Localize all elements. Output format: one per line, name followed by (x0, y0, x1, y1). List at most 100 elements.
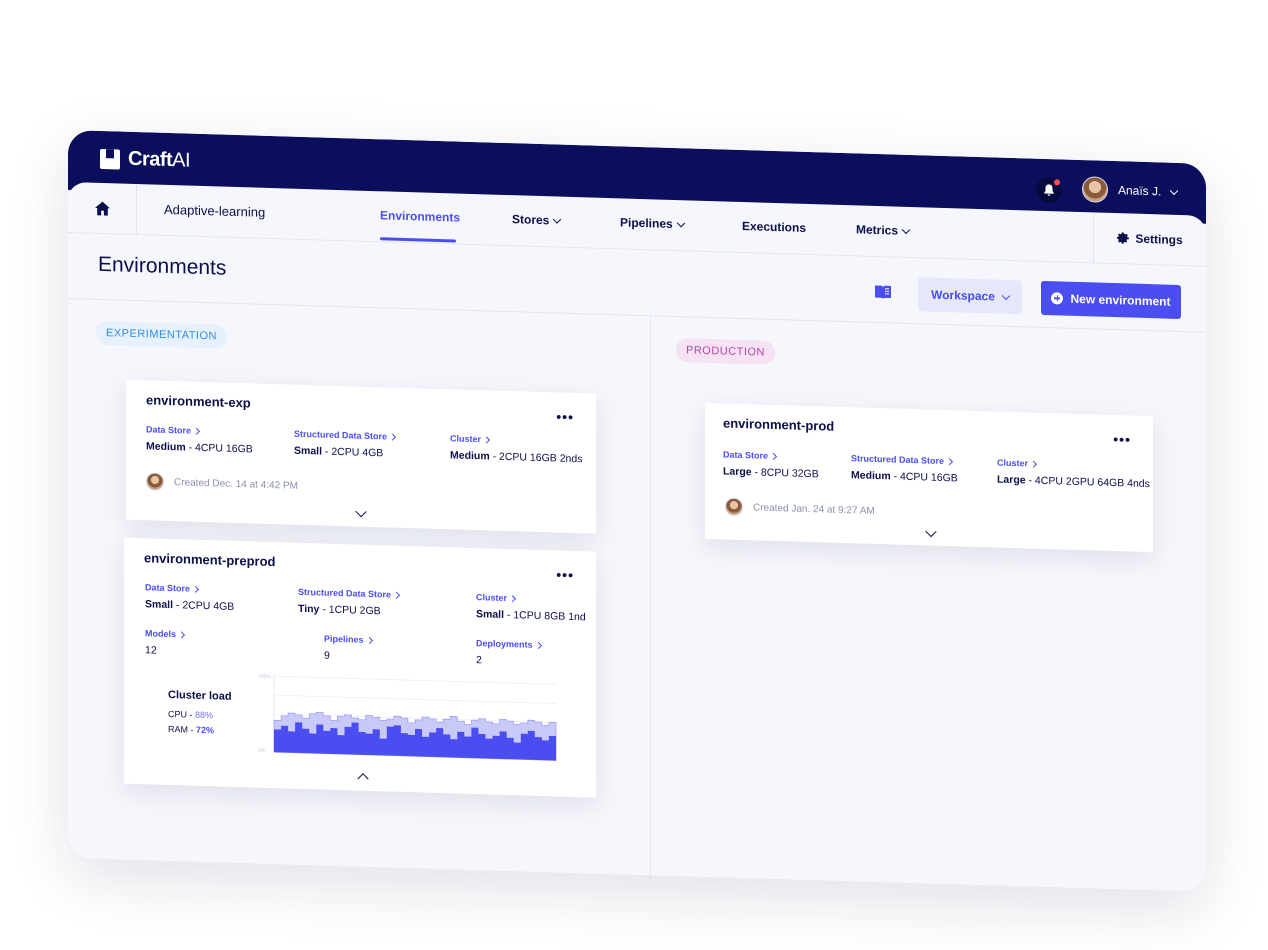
spec-value: - 2CPU 16GB 2nds (489, 450, 583, 466)
more-options-icon[interactable]: ••• (1113, 431, 1131, 448)
field-label: Data Store (723, 449, 769, 461)
environment-card-exp[interactable]: environment-exp ••• Data Store Medium - … (126, 379, 596, 534)
cpu-value: 88% (195, 709, 214, 721)
grid-line-4 (274, 675, 556, 685)
created-date: Created Jan. 24 at 9:27 AM (753, 501, 875, 517)
chevron-right-icon (1029, 460, 1038, 468)
expand-chevron-icon[interactable] (355, 506, 367, 518)
chevron-right-icon (177, 630, 186, 638)
project-name[interactable]: Adaptive-learning (164, 202, 265, 220)
spec-value: - 1CPU 2GB (319, 603, 381, 618)
expand-chevron-icon[interactable] (925, 525, 937, 538)
craft-ai-logo[interactable]: CraftAI (100, 147, 190, 173)
notification-dot (1054, 179, 1060, 186)
field-label: Cluster (997, 457, 1029, 469)
workspace-dropdown[interactable]: Workspace (918, 277, 1022, 315)
tab-environments[interactable]: Environments (380, 208, 460, 224)
home-button[interactable] (68, 182, 137, 235)
cluster-field[interactable]: Cluster Large - 4CPU 2GPU 64GB 4nds (997, 458, 1150, 491)
documentation-book-icon[interactable] (874, 284, 892, 301)
field-label: Deployments (476, 638, 533, 650)
environment-card-preprod[interactable]: environment-preprod ••• Data Store Small… (124, 537, 596, 798)
size-value: Small (476, 608, 505, 621)
chevron-right-icon (365, 636, 373, 644)
spec-value: - 1CPU 8GB 1nd (504, 608, 586, 624)
app-window: CraftAI Anaïs J. Adaptive-learning Envir… (68, 130, 1206, 892)
cpu-load: CPU - 88% (168, 709, 213, 720)
creator-avatar (146, 472, 164, 491)
field-label: Structured Data Store (294, 428, 388, 442)
spec-value: - 2CPU 4GB (173, 599, 235, 613)
environment-name: environment-exp (146, 392, 251, 411)
chevron-down-icon (901, 225, 911, 234)
notification-bell-icon[interactable] (1036, 176, 1062, 204)
settings-label: Settings (1135, 231, 1183, 248)
user-name: Anaïs J. (1118, 183, 1162, 199)
size-value: Medium (851, 469, 891, 483)
created-info: Created Jan. 24 at 9:27 AM (725, 497, 875, 519)
cluster-load-title: Cluster load (168, 688, 232, 703)
structured-data-store-field[interactable]: Structured Data Store Medium - 4CPU 16GB (851, 453, 958, 484)
tab-metrics-label: Metrics (856, 222, 899, 238)
size-value: Medium (450, 449, 490, 463)
chevron-right-icon (945, 457, 954, 465)
production-badge: PRODUCTION (676, 338, 775, 365)
chevron-down-icon (676, 218, 685, 227)
spec-value: - 4CPU 16GB (185, 441, 253, 456)
data-store-field[interactable]: Data Store Medium - 4CPU 16GB (146, 424, 253, 455)
chevron-down-icon (553, 214, 562, 224)
logo-icon (100, 148, 120, 170)
size-value: Large (997, 473, 1026, 487)
y-tick-top: 100% (258, 674, 271, 680)
created-info: Created Dec. 14 at 4:42 PM (146, 472, 298, 495)
tab-stores-label: Stores (512, 212, 550, 228)
spec-value: - 8CPU 32GB (751, 466, 819, 481)
spec-value: - 4CPU 16GB (890, 470, 958, 485)
count-value: 2 (476, 654, 482, 667)
home-icon (94, 201, 110, 216)
ram-load: RAM - 72% (168, 724, 214, 735)
created-date: Created Dec. 14 at 4:42 PM (174, 476, 298, 492)
more-options-icon[interactable]: ••• (556, 566, 574, 583)
models-field[interactable]: Models 12 (145, 628, 186, 657)
field-label: Structured Data Store (298, 586, 392, 600)
data-store-field[interactable]: Data Store Large - 8CPU 32GB (723, 449, 819, 480)
tab-executions[interactable]: Executions (742, 219, 806, 235)
deployments-field[interactable]: Deployments 2 (476, 638, 542, 668)
collapse-chevron-icon[interactable] (357, 773, 369, 785)
user-avatar (1082, 176, 1108, 203)
cluster-field[interactable]: Cluster Medium - 2CPU 16GB 2nds (450, 433, 582, 465)
tab-stores[interactable]: Stores (512, 212, 562, 228)
cluster-load-chart: 100% 0% (258, 674, 557, 761)
chevron-right-icon (388, 433, 397, 441)
count-value: 9 (324, 649, 330, 662)
pipelines-field[interactable]: Pipelines 9 (324, 634, 373, 663)
chevron-right-icon (769, 452, 778, 460)
y-tick-bottom: 0% (258, 748, 266, 754)
grid-line-3 (274, 694, 556, 704)
workspace-label: Workspace (931, 287, 995, 304)
size-value: Medium (146, 440, 186, 454)
tab-pipelines[interactable]: Pipelines (620, 215, 685, 231)
data-store-field[interactable]: Data Store Small - 2CPU 4GB (145, 582, 234, 613)
more-options-icon[interactable]: ••• (556, 408, 574, 425)
settings-button[interactable]: Settings (1093, 212, 1206, 266)
column-divider (650, 316, 651, 892)
chevron-right-icon (534, 641, 542, 649)
tab-metrics[interactable]: Metrics (856, 222, 911, 238)
user-menu[interactable]: Anaïs J. (1082, 176, 1179, 205)
active-tab-indicator (380, 237, 456, 243)
tab-pipelines-label: Pipelines (620, 215, 673, 231)
environment-card-prod[interactable]: environment-prod ••• Data Store Large - … (705, 402, 1153, 553)
plus-circle-icon (1051, 292, 1064, 305)
size-value: Small (294, 444, 323, 458)
field-label: Cluster (450, 433, 482, 445)
environment-name: environment-prod (723, 415, 835, 434)
tab-executions-label: Executions (742, 219, 807, 235)
structured-data-store-field[interactable]: Structured Data Store Small - 2CPU 4GB (294, 428, 397, 460)
structured-data-store-field[interactable]: Structured Data Store Tiny - 1CPU 2GB (298, 586, 401, 618)
cluster-field[interactable]: Cluster Small - 1CPU 8GB 1nd (476, 592, 586, 623)
environment-name: environment-preprod (144, 550, 276, 570)
new-environment-button[interactable]: New environment (1041, 280, 1181, 320)
chevron-right-icon (508, 594, 517, 602)
